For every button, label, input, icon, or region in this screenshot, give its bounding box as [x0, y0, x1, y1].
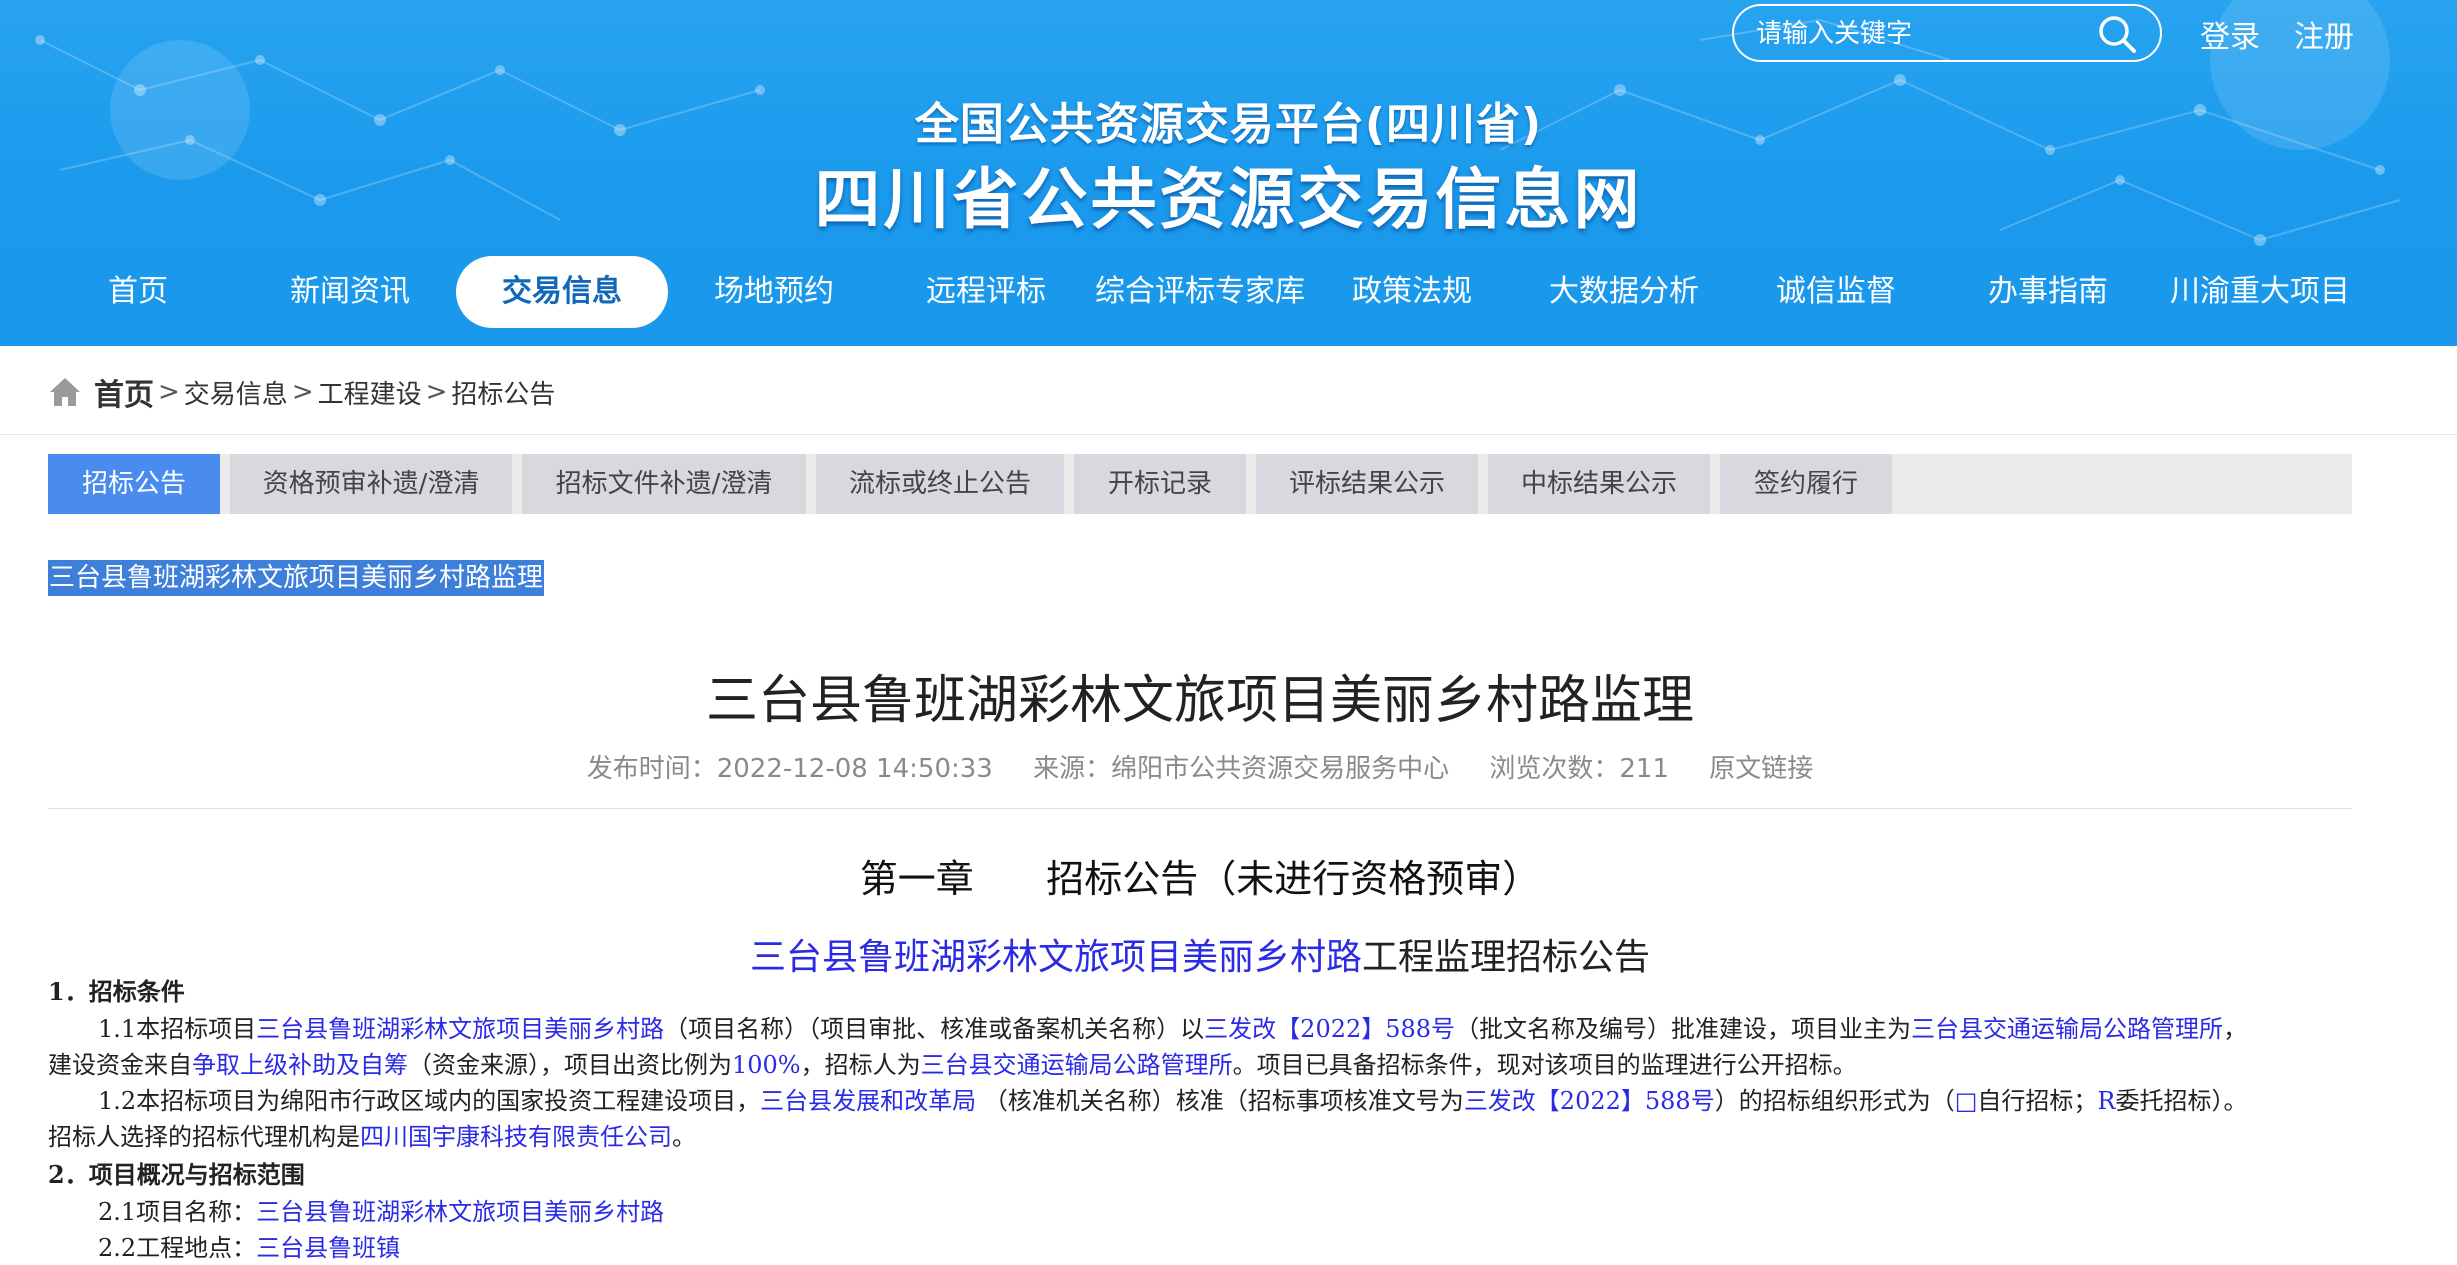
notice-title-rest: 工程监理招标公告	[1362, 937, 1651, 978]
tab-failed-terminated[interactable]: 流标或终止公告	[816, 454, 1064, 514]
approval-number-fill: 三发改【2022】588号	[1204, 1015, 1456, 1043]
article-divider	[48, 808, 2352, 809]
breadcrumb-engineering[interactable]: 工程建设	[318, 374, 422, 411]
nav-item-credit[interactable]: 诚信监督	[1730, 256, 1942, 328]
nav-item-major-projects[interactable]: 川渝重大项目	[2154, 256, 2366, 328]
notice-title-project: 三台县鲁班湖彩林文旅项目美丽乡村路	[749, 937, 1362, 978]
project-name-fill: 三台县鲁班湖彩林文旅项目美丽乡村路	[256, 1015, 665, 1043]
text-fragment: （资金来源），项目出资比例为	[408, 1051, 732, 1079]
article-title: 三台县鲁班湖彩林文旅项目美丽乡村路监理	[705, 671, 1694, 731]
breadcrumb-divider	[0, 434, 2457, 435]
fund-source-fill: 争取上级补助及自筹	[192, 1051, 408, 1079]
text-fragment: 委托招标）。	[2115, 1087, 2248, 1115]
investment-ratio-fill: 100%	[732, 1051, 801, 1079]
original-link[interactable]: 原文链接	[1709, 754, 1813, 784]
tab-tender-notice[interactable]: 招标公告	[48, 454, 220, 514]
agency-fill: 四川国宇康科技有限责任公司	[360, 1123, 672, 1151]
paragraph-2-1: 2.1项目名称：三台县鲁班湖彩林文旅项目美丽乡村路	[48, 1195, 664, 1229]
search-box[interactable]	[1732, 4, 2162, 62]
text-fragment: 1.2本招标项目为绵阳市行政区域内的国家投资工程建设项目，	[98, 1087, 761, 1115]
home-icon	[50, 378, 80, 406]
text-fragment: 2.2工程地点：	[98, 1234, 257, 1262]
self-tender-checkbox: □	[1954, 1087, 1978, 1115]
tab-contract-performance[interactable]: 签约履行	[1720, 454, 1892, 514]
nav-item-venue-booking[interactable]: 场地预约	[668, 256, 880, 328]
site-title: 四川省公共资源交易信息网	[814, 161, 1643, 238]
article-meta: 发布时间：2022-12-08 14:50:33 来源：绵阳市公共资源交易服务中…	[0, 748, 2400, 785]
publish-time: 发布时间：2022-12-08 14:50:33	[586, 754, 993, 784]
section-heading-1: 1．招标条件	[48, 977, 185, 1006]
tab-bid-opening-record[interactable]: 开标记录	[1074, 454, 1246, 514]
login-link[interactable]: 登录	[2200, 12, 2260, 56]
nav-item-remote-evaluation[interactable]: 远程评标	[880, 256, 1092, 328]
tenderer-fill: 三台县交通运输局公路管理所	[920, 1051, 1233, 1079]
text-fragment: 建设资金来自	[48, 1051, 192, 1079]
view-count: 浏览次数：211	[1489, 754, 1670, 784]
paragraph-1-2: 1.2本招标项目为绵阳市行政区域内的国家投资工程建设项目，三台县发展和改革局 （…	[48, 1084, 2247, 1118]
project-name-fill: 三台县鲁班湖彩林文旅项目美丽乡村路	[256, 1198, 665, 1226]
approval-number-fill: 三发改【2022】588号	[1463, 1087, 1715, 1115]
nav-item-trade-info[interactable]: 交易信息	[456, 256, 668, 328]
category-tab-bar: 招标公告 资格预审补遗/澄清 招标文件补遗/澄清 流标或终止公告 开标记录 评标…	[48, 454, 2352, 514]
nav-item-policy[interactable]: 政策法规	[1306, 256, 1518, 328]
nav-item-news[interactable]: 新闻资讯	[244, 256, 456, 328]
owner-fill: 三台县交通运输局公路管理所	[1911, 1015, 2224, 1043]
text-fragment: （核准机关名称）核准（招标事项核准文号为	[976, 1087, 1464, 1115]
nav-item-expert-database[interactable]: 综合评标专家库	[1092, 256, 1308, 328]
paragraph-1-2-cont: 招标人选择的招标代理机构是四川国宇康科技有限责任公司。	[48, 1120, 696, 1154]
main-nav: 首页 新闻资讯 交易信息 场地预约 远程评标 综合评标专家库 政策法规 大数据分…	[0, 256, 2457, 332]
search-input[interactable]	[1754, 14, 2098, 54]
selected-title-text: 三台县鲁班湖彩林文旅项目美丽乡村路监理	[48, 560, 545, 596]
text-fragment: 招标人选择的招标代理机构是	[48, 1123, 360, 1151]
breadcrumb-home[interactable]: 首页	[94, 370, 154, 414]
register-link[interactable]: 注册	[2294, 12, 2354, 56]
section-heading-2: 2．项目概况与招标范围	[48, 1160, 305, 1189]
text-fragment: （项目名称）（项目审批、核准或备案机关名称）以	[664, 1015, 1205, 1043]
search-icon[interactable]	[2096, 14, 2140, 54]
text-fragment: ，	[2223, 1015, 2248, 1043]
entrusted-tender-mark: R	[2097, 1087, 2116, 1115]
paragraph-1-1-cont: 建设资金来自争取上级补助及自筹（资金来源），项目出资比例为100%，招标人为三台…	[48, 1048, 1857, 1082]
nav-item-guide[interactable]: 办事指南	[1942, 256, 2154, 328]
tab-evaluation-result[interactable]: 评标结果公示	[1256, 454, 1478, 514]
breadcrumb-trade-info[interactable]: 交易信息	[184, 374, 288, 411]
chapter-heading: 第一章 招标公告（未进行资格预审）	[859, 857, 1541, 901]
breadcrumb: 首页 > 交易信息 > 工程建设 > 招标公告	[48, 370, 555, 414]
text-fragment: 。项目已具备招标条件，现对该项目的监理进行公开招标。	[1232, 1051, 1857, 1079]
text-fragment: 自行招标；	[1977, 1087, 2098, 1115]
paragraph-1-1: 1.1本招标项目三台县鲁班湖彩林文旅项目美丽乡村路（项目名称）（项目审批、核准或…	[48, 1012, 2247, 1046]
text-fragment: ，招标人为	[800, 1051, 921, 1079]
text-fragment: 。	[672, 1123, 696, 1151]
text-fragment: ）的招标组织形式为（	[1714, 1087, 1955, 1115]
article-source: 来源：绵阳市公共资源交易服务中心	[1033, 754, 1450, 784]
breadcrumb-separator: >	[425, 377, 448, 407]
site-subtitle: 全国公共资源交易平台(四川省)	[914, 99, 1543, 150]
nav-item-big-data[interactable]: 大数据分析	[1518, 256, 1730, 328]
text-fragment: 1.1本招标项目	[98, 1015, 257, 1043]
site-header: 登录 注册 全国公共资源交易平台(四川省) 四川省公共资源交易信息网 首页 新闻…	[0, 0, 2457, 346]
breadcrumb-tender-notice[interactable]: 招标公告	[451, 374, 555, 411]
text-fragment: 2.1项目名称：	[98, 1198, 257, 1226]
tab-tender-doc-addendum[interactable]: 招标文件补遗/澄清	[522, 454, 806, 514]
approval-authority-fill: 三台县发展和改革局	[760, 1087, 977, 1115]
project-location-fill: 三台县鲁班镇	[256, 1234, 401, 1262]
tab-prequal-addendum[interactable]: 资格预审补遗/澄清	[230, 454, 512, 514]
text-fragment: （批文名称及编号）批准建设，项目业主为	[1455, 1015, 1912, 1043]
tab-award-result[interactable]: 中标结果公示	[1488, 454, 1710, 514]
breadcrumb-separator: >	[158, 377, 180, 407]
notice-title: 三台县鲁班湖彩林文旅项目美丽乡村路工程监理招标公告	[0, 928, 2400, 980]
paragraph-2-2: 2.2工程地点：三台县鲁班镇	[48, 1231, 400, 1265]
nav-item-home[interactable]: 首页	[32, 256, 244, 328]
breadcrumb-separator: >	[291, 377, 314, 407]
